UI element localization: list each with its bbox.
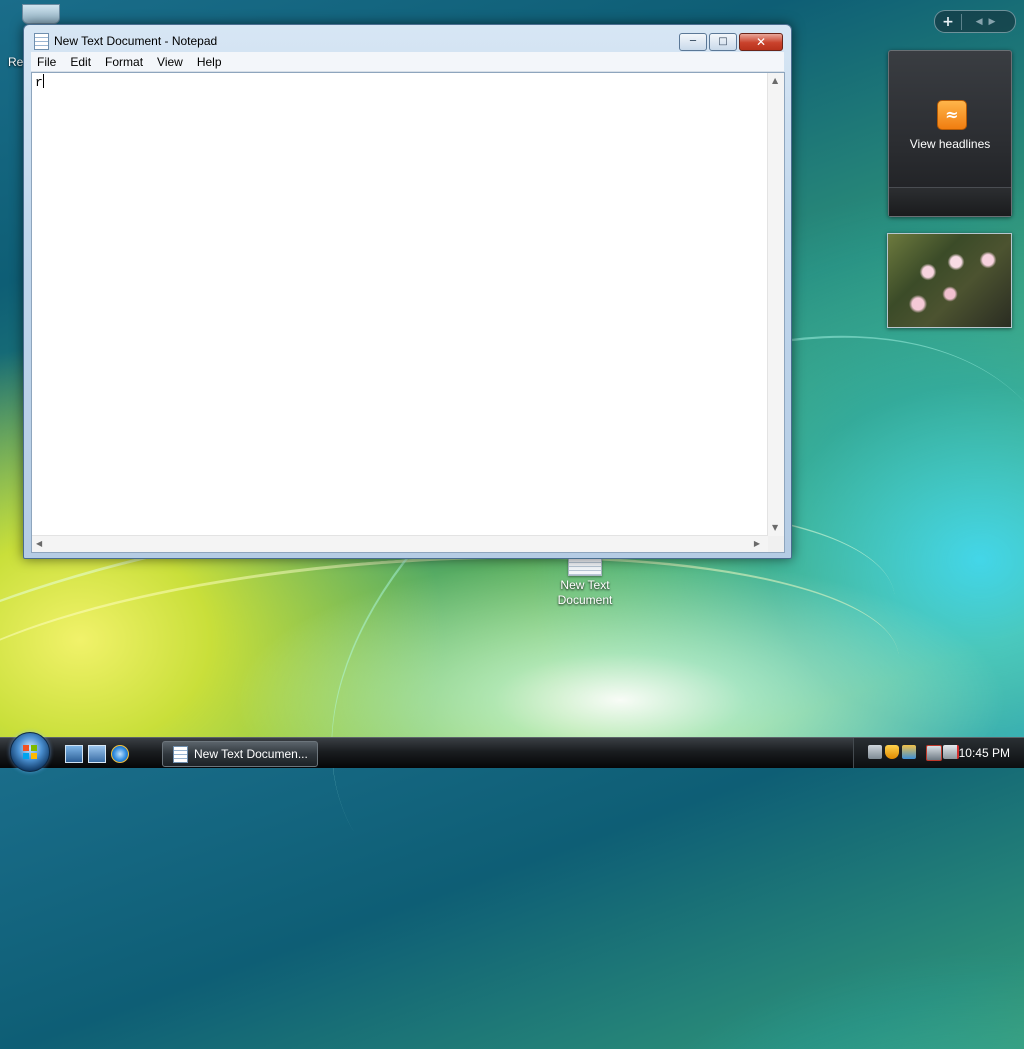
view-headlines-link[interactable]: View headlines (889, 137, 1011, 151)
editor-text-area[interactable]: r (35, 74, 767, 535)
maximize-icon: □ (718, 36, 728, 47)
desktop-file-label-line2: Document (557, 593, 613, 607)
taskbar: New Text Documen... 10:45 PM (0, 732, 1024, 772)
menu-format[interactable]: Format (99, 55, 151, 69)
maximize-button[interactable]: □ (709, 33, 737, 51)
resize-grip-icon[interactable] (768, 536, 784, 552)
show-desktop-icon[interactable] (65, 745, 83, 763)
window-controls: ─ □ ✕ (677, 33, 783, 51)
add-gadget-button[interactable]: + (935, 13, 962, 30)
start-button[interactable] (10, 732, 50, 772)
safely-remove-hardware-icon[interactable] (868, 745, 882, 759)
text-editor[interactable]: r ▲ ▼ ◀ ▶ (31, 72, 785, 553)
system-tray: 10:45 PM (853, 738, 1024, 768)
vertical-scrollbar[interactable]: ▲ ▼ (767, 73, 784, 536)
clock[interactable]: 10:45 PM (959, 746, 1010, 760)
scroll-up-icon[interactable]: ▲ (772, 77, 778, 85)
gadget-nav-arrows-icon[interactable]: ◀▶ (962, 17, 1015, 27)
horizontal-scrollbar[interactable]: ◀ ▶ (32, 535, 768, 552)
network-disconnected-icon[interactable] (926, 745, 942, 761)
scroll-down-icon[interactable]: ▼ (772, 524, 778, 532)
feed-headlines-gadget[interactable]: ≈ View headlines (888, 50, 1012, 217)
windows-logo-icon (23, 745, 37, 759)
recycle-bin-label[interactable]: Re (8, 55, 23, 69)
rss-feed-icon: ≈ (937, 100, 967, 130)
recycle-bin-icon[interactable] (22, 4, 60, 24)
text-document-icon (568, 558, 602, 576)
menu-edit[interactable]: Edit (64, 55, 99, 69)
minimize-button[interactable]: ─ (679, 33, 707, 51)
switch-windows-icon[interactable] (88, 745, 106, 763)
minimize-icon: ─ (689, 36, 697, 47)
close-icon: ✕ (755, 35, 767, 49)
taskbar-button-notepad[interactable]: New Text Documen... (162, 741, 318, 767)
menu-file[interactable]: File (31, 55, 64, 69)
text-caret (42, 74, 44, 88)
notepad-app-icon[interactable] (34, 33, 49, 50)
slideshow-gadget-flowers-image[interactable] (887, 233, 1012, 328)
scroll-right-icon[interactable]: ▶ (754, 540, 760, 548)
desktop-file-new-text-document[interactable]: New Text Document (548, 558, 622, 608)
notepad-taskbar-icon (173, 745, 188, 763)
taskbar-button-label: New Text Documen... (194, 747, 308, 761)
title-bar[interactable]: New Text Document - Notepad ─ □ ✕ (24, 25, 791, 55)
menu-help[interactable]: Help (191, 55, 230, 69)
internet-explorer-icon[interactable] (111, 745, 129, 763)
volume-muted-icon[interactable] (943, 745, 959, 759)
close-button[interactable]: ✕ (739, 33, 783, 51)
scroll-left-icon[interactable]: ◀ (36, 540, 42, 548)
menu-bar: File Edit Format View Help (31, 52, 784, 72)
desktop-file-label-line1: New Text (560, 578, 610, 592)
wallpaper-swoosh (0, 525, 908, 858)
notepad-window[interactable]: New Text Document - Notepad ─ □ ✕ File E… (23, 24, 792, 559)
security-shield-icon[interactable] (885, 745, 899, 759)
menu-view[interactable]: View (151, 55, 191, 69)
window-title: New Text Document - Notepad (54, 34, 218, 48)
sidebar-controls: + ◀▶ (934, 10, 1016, 33)
windows-defender-icon[interactable] (902, 745, 916, 759)
feed-gadget-footer (889, 187, 1011, 216)
editor-content: r (35, 75, 43, 90)
